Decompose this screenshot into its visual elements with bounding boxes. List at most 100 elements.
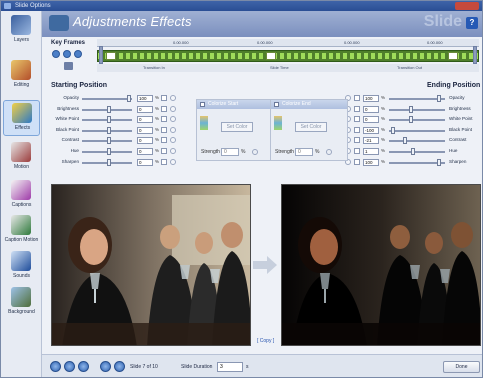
zoom-button[interactable] [50,361,61,372]
reset-icon[interactable] [252,149,258,155]
play-button[interactable] [100,361,111,372]
slider-thumb[interactable] [391,126,395,134]
keyframe-checkbox[interactable] [161,137,167,144]
reset-icon[interactable] [326,149,332,155]
keyframe-checkbox[interactable] [161,116,167,123]
slider-thumb[interactable] [107,105,111,113]
param-value-input[interactable]: 0 [137,158,153,166]
param-label: Brightness [449,105,471,111]
slider-thumb[interactable] [107,158,111,166]
param-slider[interactable] [389,151,445,153]
start-preview-image[interactable] [51,184,251,346]
param-value-input[interactable]: 100 [363,158,379,166]
keyframe-checkbox[interactable] [354,148,360,154]
copy-button[interactable]: [ Copy ] [257,338,274,344]
keyframe-checkbox[interactable] [161,105,167,112]
param-slider[interactable] [389,129,445,132]
slider-thumb[interactable] [127,95,131,102]
keyframe-key-icon[interactable] [64,62,73,70]
background-icon [11,287,31,307]
sidebar-item-editing[interactable]: Editing [3,58,40,94]
slide-duration-input[interactable]: 3 [217,362,243,372]
param-value-input[interactable]: 100 [137,95,153,102]
keyframe-next-button[interactable] [74,50,82,58]
param-slider[interactable] [82,98,132,100]
param-slider[interactable] [389,140,445,143]
keyframe-checkbox[interactable] [354,105,360,112]
slider-thumb[interactable] [437,158,441,166]
sidebar-item-layers[interactable]: Layers [3,13,40,49]
stop-button[interactable] [114,361,125,372]
sidebar-item-caption-motion[interactable]: Caption Motion [3,213,40,249]
param-value-input[interactable]: 0 [363,116,379,124]
slider-thumb[interactable] [403,137,407,145]
reset-icon[interactable] [170,126,176,133]
reset-icon[interactable] [170,148,176,154]
keyframe-checkbox[interactable] [161,95,167,101]
param-value-input[interactable]: 0 [137,148,153,155]
param-value-input[interactable]: 100 [363,95,379,102]
sidebar-item-sounds[interactable]: Sounds [3,249,40,285]
keyframe-marker[interactable] [99,46,103,64]
slider-thumb[interactable] [107,126,111,134]
slider-row-contrast: Contrast 0% [51,136,191,146]
slider-thumb[interactable] [107,137,111,145]
param-value-input[interactable]: 0 [137,105,153,113]
colorize-end-checkbox[interactable] [274,102,279,107]
keyframe-checkbox[interactable] [354,126,360,133]
end-preview-image[interactable] [281,184,481,346]
param-value-input[interactable]: 0 [137,137,153,145]
sidebar-item-captions[interactable]: Captions [3,178,40,214]
slide-next-button[interactable] [78,361,89,372]
keyframe-timeline[interactable]: 0.00.000 0.00.000 0.00.000 0.00.000 Tran… [97,39,479,79]
sidebar-item-effects[interactable]: Effects [3,100,40,136]
slider-thumb[interactable] [437,95,441,102]
reset-icon[interactable] [170,158,176,165]
colorize-start-panel: Colorize Start Set Color Strength 0 % [196,99,274,161]
reset-icon[interactable] [170,137,176,144]
slider-thumb[interactable] [107,148,111,155]
slide-previous-button[interactable] [64,361,75,372]
keyframe-checkbox[interactable] [161,126,167,133]
keyframe-checkbox[interactable] [161,148,167,154]
keyframe-checkbox[interactable] [161,158,167,165]
keyframe-previous-button[interactable] [52,50,60,58]
param-value-input[interactable]: -21 [363,137,379,145]
slider-thumb[interactable] [409,105,413,113]
set-color-button[interactable]: Set Color [221,122,253,132]
reset-icon[interactable] [170,116,176,123]
slider-thumb[interactable] [107,116,111,124]
reset-icon[interactable] [170,95,176,101]
strength-input[interactable]: 0 [221,148,239,156]
timeline-track[interactable] [97,50,479,62]
help-button[interactable]: ? [466,17,478,29]
close-button[interactable] [455,2,479,10]
color-swatch[interactable] [200,116,208,130]
strength-unit: % [241,149,246,155]
param-value-input[interactable]: 0 [363,105,379,113]
sidebar-item-background[interactable]: Background [3,285,40,321]
strength-input[interactable]: 0 [295,148,313,156]
param-value-input[interactable]: 0 [137,116,153,124]
set-color-button[interactable]: Set Color [295,122,327,132]
slider-thumb[interactable] [411,148,415,155]
done-button[interactable]: Done [443,361,480,373]
param-slider[interactable] [389,108,445,111]
color-swatch[interactable] [274,116,282,130]
keyframe-checkbox[interactable] [354,137,360,144]
param-value-input[interactable]: -100 [363,126,379,134]
slider-thumb[interactable] [409,116,413,124]
param-value-input[interactable]: 0 [137,126,153,134]
segment-label: Transition In [143,65,165,70]
param-slider[interactable] [389,119,445,122]
keyframe-checkbox[interactable] [354,95,360,101]
keyframe-checkbox[interactable] [354,116,360,123]
sidebar-item-motion[interactable]: Motion [3,140,40,176]
param-value-input[interactable]: 1 [363,148,379,155]
reset-icon[interactable] [170,105,176,112]
slider-row-hue: 1% Hue [345,147,481,157]
keyframe-checkbox[interactable] [354,158,360,165]
keyframe-add-button[interactable] [63,50,71,58]
keyframe-marker[interactable] [473,46,477,64]
colorize-start-checkbox[interactable] [200,102,205,107]
